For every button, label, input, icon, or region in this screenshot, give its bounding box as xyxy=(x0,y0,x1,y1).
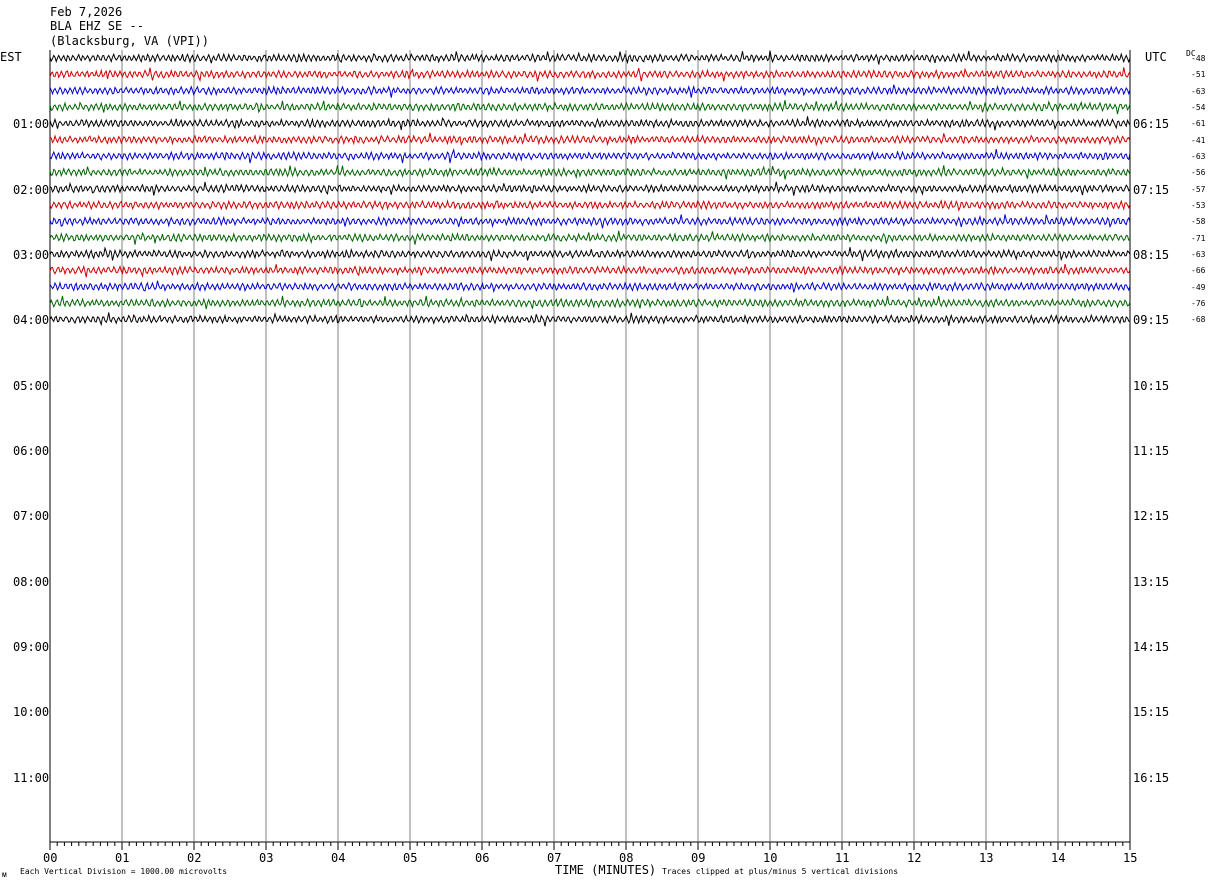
seismic-trace xyxy=(49,116,1131,131)
clip-note: Traces clipped at plus/minus 5 vertical … xyxy=(662,867,899,876)
x-axis-title: TIME (MINUTES) xyxy=(555,863,657,877)
seismic-trace xyxy=(49,50,1131,65)
seismic-trace xyxy=(49,100,1131,115)
seismic-trace xyxy=(49,84,1131,98)
seismic-trace xyxy=(49,147,1131,164)
seismic-trace xyxy=(49,263,1131,278)
helicorder-plot xyxy=(49,50,1131,850)
seismic-trace xyxy=(49,165,1131,180)
seismic-trace xyxy=(49,67,1131,83)
seismic-trace xyxy=(49,230,1131,245)
seismic-trace xyxy=(49,214,1131,229)
seismic-trace xyxy=(49,132,1131,147)
seismic-trace xyxy=(49,295,1131,310)
seismic-trace xyxy=(49,199,1131,212)
seismic-trace xyxy=(49,181,1131,196)
seismic-trace xyxy=(49,280,1131,294)
corner-mark: ᴍ xyxy=(2,870,7,879)
scale-note: Each Vertical Division = 1000.00 microvo… xyxy=(20,867,228,876)
seismic-trace xyxy=(49,311,1131,327)
seismic-trace xyxy=(49,246,1131,262)
